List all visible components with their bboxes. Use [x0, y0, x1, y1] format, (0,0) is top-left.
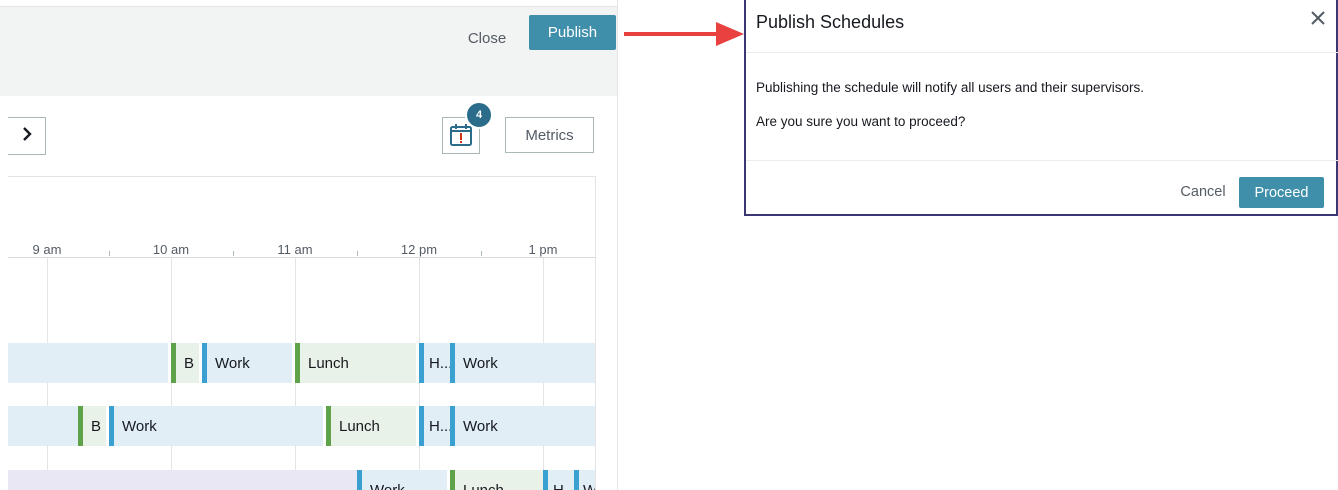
hour-label: 1 pm [528, 242, 558, 257]
time-axis [8, 257, 595, 258]
publish-button[interactable]: Publish [529, 15, 616, 50]
notification-count-badge: 4 [465, 101, 493, 129]
schedule-segment[interactable]: Work [450, 343, 595, 383]
close-icon[interactable] [1306, 6, 1330, 30]
schedule-row-background [8, 343, 168, 383]
schedule-editor: Close Publish 4 Metrics 9 am 10 am 11 am… [0, 0, 618, 490]
axis-tick [109, 251, 110, 256]
publish-schedules-dialog: Publish Schedules Publishing the schedul… [744, 0, 1338, 216]
axis-tick [481, 251, 482, 256]
schedule-segment[interactable]: Work [109, 406, 323, 446]
dialog-message: Publishing the schedule will notify all … [756, 80, 1144, 95]
schedule-segment[interactable]: Lunch [450, 470, 543, 490]
proceed-button[interactable]: Proceed [1239, 177, 1324, 208]
hour-label: 10 am [152, 242, 190, 257]
schedule-segment[interactable]: Lunch [326, 406, 416, 446]
arrow-right-icon [622, 18, 746, 55]
header-bar: Close Publish [0, 6, 618, 96]
hour-label: 12 pm [400, 242, 438, 257]
schedule-row-background [8, 470, 357, 490]
schedule-segment[interactable]: Work [357, 470, 447, 490]
chevron-right-icon [22, 126, 32, 146]
schedule-segment[interactable]: H [543, 470, 574, 490]
schedule-segment[interactable]: H... [419, 343, 450, 383]
schedule-segment[interactable]: W [574, 470, 595, 490]
calendar-alert-icon [443, 124, 479, 157]
cancel-button[interactable]: Cancel [1174, 178, 1232, 206]
dialog-question: Are you sure you want to proceed? [756, 114, 966, 129]
hour-label: 11 am [277, 242, 313, 257]
next-page-button[interactable] [8, 117, 46, 155]
schedule-segment[interactable]: Work [450, 406, 595, 446]
dialog-divider [746, 52, 1338, 53]
schedule-segment[interactable]: H... [419, 406, 450, 446]
schedule-row-background [8, 406, 78, 446]
schedule-segment[interactable]: B [171, 343, 199, 383]
axis-tick [233, 251, 234, 256]
schedule-segment[interactable]: B [78, 406, 106, 446]
schedule-segment[interactable]: Work [202, 343, 292, 383]
schedule-segment[interactable]: Lunch [295, 343, 416, 383]
hour-label: 9 am [32, 242, 62, 257]
dialog-title: Publish Schedules [756, 12, 905, 32]
close-button[interactable]: Close [458, 21, 516, 55]
panel-divider [617, 0, 618, 490]
metrics-button[interactable]: Metrics [505, 117, 594, 153]
axis-tick [357, 251, 358, 256]
dialog-divider [746, 160, 1338, 161]
